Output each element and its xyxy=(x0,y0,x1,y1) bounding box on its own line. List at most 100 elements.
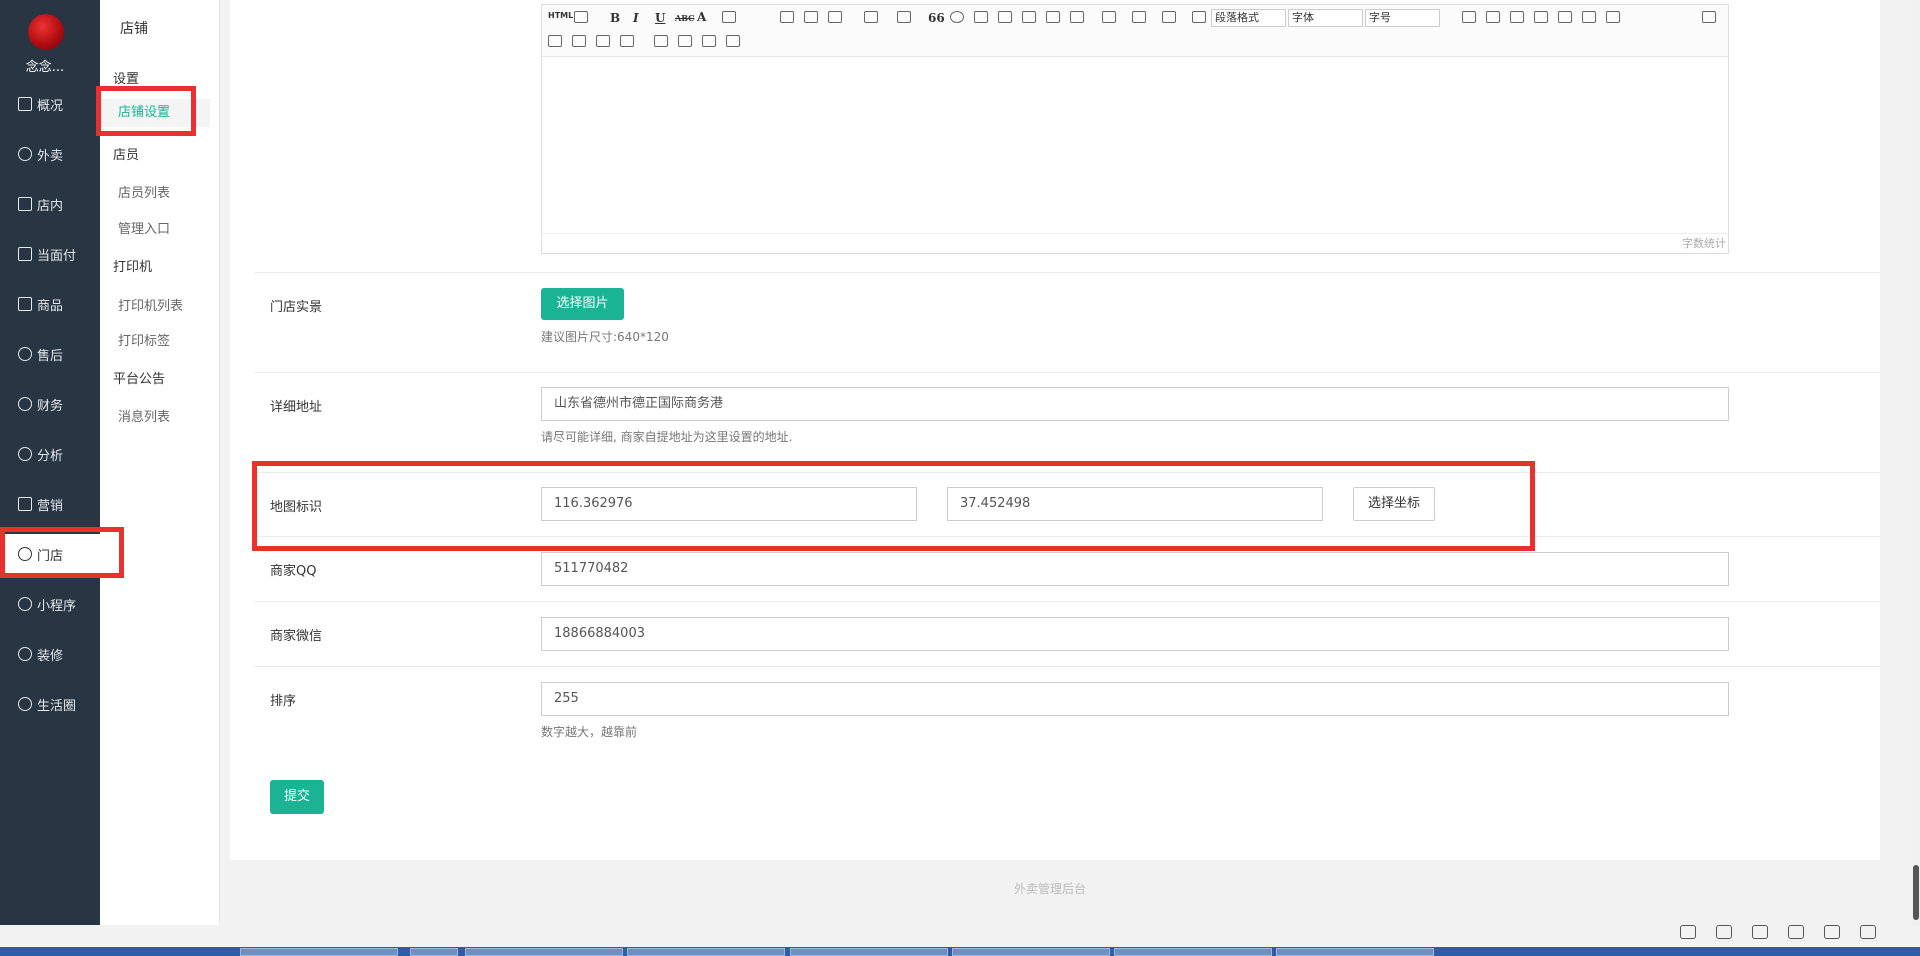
attachment-icon[interactable] xyxy=(678,35,692,47)
rich-text-editor[interactable]: HTML B I U ABC A 66 段落格式 字体 字号 字数统计 xyxy=(541,4,1729,254)
html-source-button[interactable]: HTML xyxy=(548,11,573,20)
taskbar-item[interactable] xyxy=(790,948,948,956)
nav-item-delivery[interactable]: 外卖 xyxy=(0,134,100,174)
paragraph-spacing-icon[interactable] xyxy=(1132,11,1146,23)
unordered-list-icon[interactable] xyxy=(897,11,911,23)
window-icon[interactable] xyxy=(1824,925,1840,939)
taskbar-item[interactable] xyxy=(1276,948,1434,956)
nav-item-goods[interactable]: 商品 xyxy=(0,284,100,324)
qq-input[interactable]: 511770482 xyxy=(541,552,1729,586)
nav-item-in-store[interactable]: 店内 xyxy=(0,184,100,224)
map-label: 地图标识 xyxy=(270,500,323,515)
table-cell-split-icon[interactable] xyxy=(596,35,610,47)
image-icon[interactable] xyxy=(974,11,988,23)
taskbar-item[interactable] xyxy=(240,948,398,956)
wechat-input[interactable]: 18866884003 xyxy=(541,617,1729,651)
bag-icon xyxy=(18,297,32,311)
align-right-icon[interactable] xyxy=(828,11,842,23)
table-grid-icon[interactable] xyxy=(620,35,634,47)
table-insert-icon[interactable] xyxy=(1486,11,1500,23)
sub-nav-item-store-settings[interactable]: 店铺设置 xyxy=(100,99,210,127)
nav-item-face-pay[interactable]: 当面付 xyxy=(0,234,100,274)
taskbar-item[interactable] xyxy=(627,948,785,956)
strikethrough-button[interactable]: ABC xyxy=(675,13,694,23)
paragraph-format-select[interactable]: 段落格式 xyxy=(1211,9,1286,27)
nav-item-overview[interactable]: 概况 xyxy=(0,84,100,124)
sub-nav-item-staff-list[interactable]: 店员列表 xyxy=(118,182,170,201)
sub-nav-item-printer-list[interactable]: 打印机列表 xyxy=(118,295,183,314)
nav-label: 财务 xyxy=(37,398,64,414)
divider xyxy=(254,372,1880,373)
nav-item-after-sales[interactable]: 售后 xyxy=(0,334,100,374)
nav-item-life-circle[interactable]: 生活圈 xyxy=(0,684,100,724)
table-merge-icon[interactable] xyxy=(1582,11,1596,23)
nav-item-decoration[interactable]: 装修 xyxy=(0,634,100,674)
taskbar-item[interactable] xyxy=(465,948,623,956)
eraser-icon[interactable] xyxy=(1070,11,1084,23)
volume-icon[interactable] xyxy=(1788,925,1804,939)
table-split-icon[interactable] xyxy=(1606,11,1620,23)
row-spacing-icon[interactable] xyxy=(1102,11,1116,23)
sort-label: 排序 xyxy=(270,694,297,709)
align-center-icon[interactable] xyxy=(804,11,818,23)
app-logo[interactable] xyxy=(28,14,64,50)
gear-icon xyxy=(18,547,32,561)
highlight-icon[interactable] xyxy=(722,11,736,23)
trash-icon[interactable] xyxy=(1752,925,1768,939)
quote-button[interactable]: 66 xyxy=(928,11,945,25)
link-icon[interactable] xyxy=(1046,11,1060,23)
align-left-icon[interactable] xyxy=(780,11,794,23)
sub-nav-item-print-labels[interactable]: 打印标签 xyxy=(118,330,170,349)
latitude-input[interactable]: 37.452498 xyxy=(947,487,1323,521)
underline-button[interactable]: U xyxy=(655,11,665,25)
status-icons xyxy=(1680,925,1876,947)
bold-button[interactable]: B xyxy=(610,11,620,25)
choose-coordinates-button[interactable]: 选择坐标 xyxy=(1353,487,1435,521)
table-icon[interactable] xyxy=(1462,11,1476,23)
font-family-select[interactable]: 字体 xyxy=(1288,9,1363,27)
search-icon[interactable] xyxy=(574,11,588,23)
font-color-button[interactable]: A xyxy=(697,10,706,24)
scrollbar[interactable] xyxy=(1912,0,1920,925)
submit-button[interactable]: 提交 xyxy=(270,780,324,814)
choose-image-button[interactable]: 选择图片 xyxy=(541,288,624,320)
sort-input[interactable]: 255 xyxy=(541,682,1729,716)
sub-nav-group-printer: 打印机 xyxy=(113,260,153,275)
divider xyxy=(254,666,1880,667)
table-column-icon[interactable] xyxy=(1534,11,1548,23)
sub-nav-item-message-list[interactable]: 消息列表 xyxy=(118,406,170,425)
video-icon[interactable] xyxy=(998,11,1012,23)
italic-button[interactable]: I xyxy=(633,11,639,25)
zoom-icon[interactable] xyxy=(1860,925,1876,939)
table-cell-icon[interactable] xyxy=(548,35,562,47)
paste-icon[interactable] xyxy=(726,35,740,47)
anchor-icon[interactable] xyxy=(654,35,668,47)
taskbar-item[interactable] xyxy=(410,948,458,956)
rocket-icon[interactable] xyxy=(1680,925,1696,939)
speed-icon[interactable] xyxy=(1716,925,1732,939)
taskbar-item[interactable] xyxy=(952,948,1110,956)
nav-item-finance[interactable]: 财务 xyxy=(0,384,100,424)
table-row-icon[interactable] xyxy=(1510,11,1524,23)
taskbar-item[interactable] xyxy=(1114,948,1272,956)
longitude-input[interactable]: 116.362976 xyxy=(541,487,917,521)
flag-icon xyxy=(18,497,32,511)
indent-icon[interactable] xyxy=(1192,11,1206,23)
music-icon[interactable] xyxy=(1022,11,1036,23)
fullscreen-icon[interactable] xyxy=(1702,11,1716,23)
nav-item-analysis[interactable]: 分析 xyxy=(0,434,100,474)
address-input[interactable]: 山东省德州市德正国际商务港 xyxy=(541,387,1729,421)
sub-nav-item-admin-entry[interactable]: 管理入口 xyxy=(118,218,170,237)
font-size-select[interactable]: 字号 xyxy=(1365,9,1440,27)
scroll-thumb[interactable] xyxy=(1913,865,1919,920)
ordered-list-icon[interactable] xyxy=(864,11,878,23)
table-cell-merge-icon[interactable] xyxy=(572,35,586,47)
nav-item-store[interactable]: 门店 xyxy=(0,534,100,574)
gear-icon xyxy=(18,647,32,661)
print-icon[interactable] xyxy=(702,35,716,47)
emoji-icon[interactable] xyxy=(950,11,964,23)
table-delete-icon[interactable] xyxy=(1558,11,1572,23)
nav-item-mini-program[interactable]: 小程序 xyxy=(0,584,100,624)
line-height-icon[interactable] xyxy=(1162,11,1176,23)
nav-item-marketing[interactable]: 营销 xyxy=(0,484,100,524)
